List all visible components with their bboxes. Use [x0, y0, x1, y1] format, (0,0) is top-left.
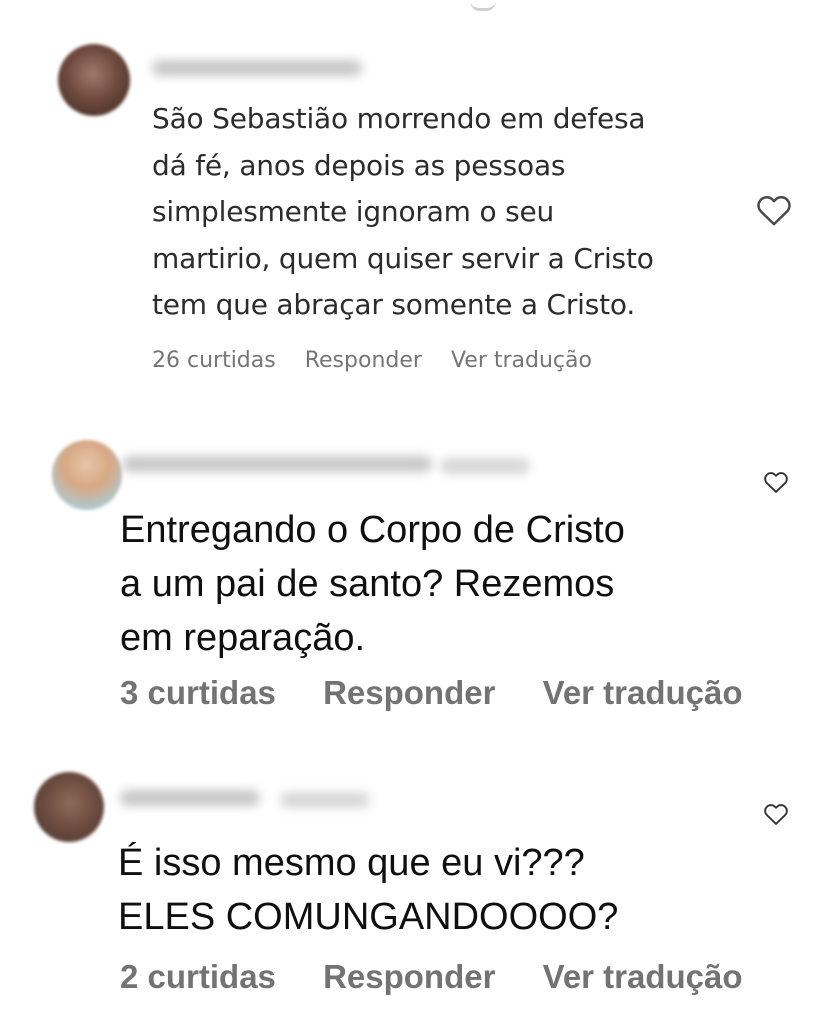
translate-button[interactable]: Ver tradução	[543, 674, 743, 712]
comment-text: São Sebastião morrendo em defesa dá fé, …	[152, 102, 654, 321]
comment-text: Entregando o Corpo de Cristo a um pai de…	[120, 509, 625, 659]
translate-button[interactable]: Ver tradução	[451, 348, 592, 373]
username-blurred[interactable]	[120, 790, 260, 806]
avatar[interactable]	[58, 44, 130, 116]
heart-icon[interactable]	[762, 468, 790, 496]
username-blurred[interactable]	[152, 60, 362, 76]
comment-actions: 26 curtidas Responder Ver tradução	[152, 348, 614, 373]
comment-actions: 2 curtidas Responder Ver tradução	[120, 958, 781, 996]
username-blurred[interactable]	[122, 456, 432, 472]
reply-button[interactable]: Responder	[305, 348, 422, 373]
translate-button[interactable]: Ver tradução	[543, 958, 743, 996]
avatar[interactable]	[52, 440, 122, 510]
likes-count[interactable]: 2 curtidas	[120, 958, 276, 996]
comment-time-blurred	[440, 458, 530, 474]
likes-count[interactable]: 3 curtidas	[120, 674, 276, 712]
reply-button[interactable]: Responder	[323, 958, 495, 996]
likes-count[interactable]: 26 curtidas	[152, 348, 276, 373]
reply-button[interactable]: Responder	[323, 674, 495, 712]
heart-icon[interactable]	[754, 190, 794, 230]
avatar[interactable]	[34, 772, 104, 842]
previous-content-edge	[470, 0, 496, 11]
comment-time-blurred	[280, 792, 370, 808]
comment-actions: 3 curtidas Responder Ver tradução	[120, 674, 781, 712]
comment-text: É isso mesmo que eu vi??? ELES COMUNGAND…	[118, 842, 619, 938]
heart-icon[interactable]	[762, 800, 790, 828]
